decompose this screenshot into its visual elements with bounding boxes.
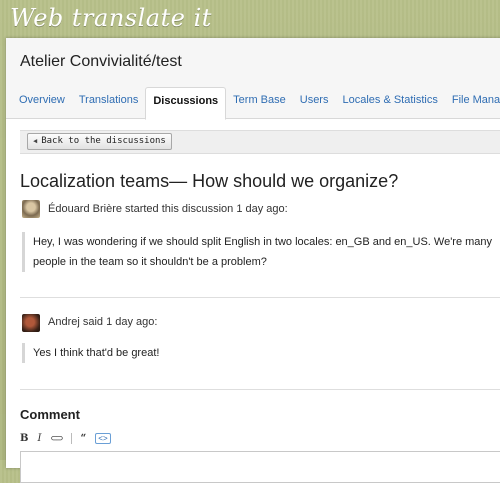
italic-icon[interactable]: I [37,433,41,444]
bold-icon[interactable]: B [20,433,28,444]
tab-translations[interactable]: Translations [72,87,146,119]
avatar[interactable] [22,314,40,332]
tab-locales-statistics[interactable]: Locales & Statistics [335,87,444,119]
message-body: Hey, I was wondering if we should split … [22,232,493,272]
tab-overview[interactable]: Overview [12,87,72,119]
message-body: Yes I think that'd be great! [22,343,493,363]
tab-term-base[interactable]: Term Base [226,87,293,119]
project-header: Atelier Convivialité/test Overview Trans… [6,38,500,120]
app-logo[interactable]: Web translate it [10,4,212,32]
quote-icon[interactable]: “ [81,433,87,444]
discussion-title: Localization teams— How should we organi… [20,171,399,191]
code-icon[interactable]: <> [95,432,111,444]
triangle-left-icon: ◀ [33,137,38,145]
link-icon[interactable]: ⊂⊃ [50,433,63,444]
divider [20,389,500,390]
comment-heading: Comment [20,407,80,422]
tab-bar: Overview Translations Discussions Term B… [12,87,500,120]
main-panel: Atelier Convivialité/test Overview Trans… [6,38,500,483]
divider [20,297,500,298]
tab-file-manager[interactable]: File Manager [445,87,500,119]
discussion-toolbar: ◀ Back to the discussions [20,130,500,154]
avatar[interactable] [22,200,40,218]
back-button-label: Back to the discussions [41,136,166,146]
back-to-discussions-button[interactable]: ◀ Back to the discussions [27,133,172,150]
project-title: Atelier Convivialité/test [20,53,182,70]
editor-toolbar: B I ⊂⊃ “ <> [20,431,120,445]
toolbar-divider [70,432,72,444]
message-meta: Édouard Brière started this discussion 1… [48,203,288,215]
tab-users[interactable]: Users [293,87,336,119]
comment-textarea[interactable] [20,451,500,483]
message-meta: Andrej said 1 day ago: [48,316,158,328]
tab-discussions[interactable]: Discussions [145,87,227,120]
